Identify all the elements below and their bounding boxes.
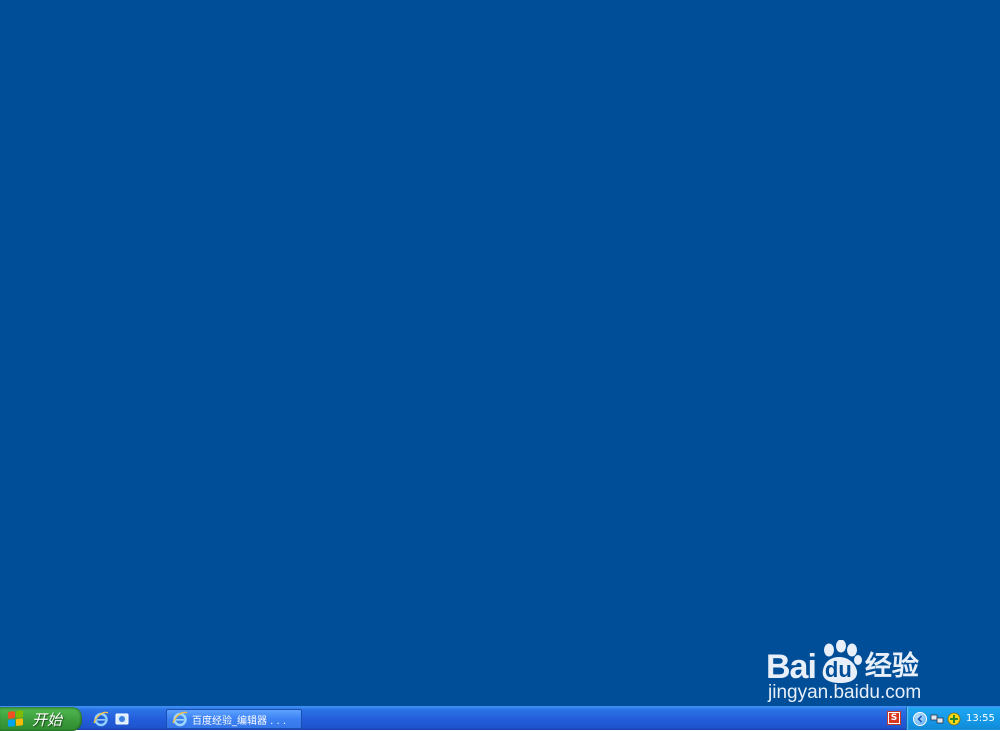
clock[interactable]: 13:55 [966,713,995,724]
watermark-logo-row: Bai du 经验 [766,639,919,686]
show-hidden-icons-chevron-icon[interactable] [913,711,927,726]
internet-explorer-icon[interactable] [92,710,109,727]
watermark-url: jingyan.baidu.com [768,682,922,703]
watermark-brand-cn: 经验 [864,651,919,682]
security-shield-icon[interactable] [947,712,961,726]
paw-icon: du [817,639,863,684]
internet-explorer-icon [172,711,188,727]
start-label: 开始 [32,710,63,729]
task-button-baidu-editor[interactable]: 百度经验_编辑器 . . . [166,709,302,729]
show-desktop-icon[interactable] [113,710,130,727]
watermark-brand-bai: Bai [766,648,817,686]
watermark-brand-du: du [824,657,852,682]
desktop[interactable]: Bai du 经验 jingyan.baidu.com [0,0,1000,706]
task-button-label: 百度经验_编辑器 . . . [192,715,287,727]
network-icon[interactable] [930,712,944,726]
sogou-ime-icon[interactable]: S [887,711,901,725]
quick-launch-bar [92,710,130,728]
windows-logo-icon [8,710,24,728]
taskbar: 开始 百度经验_编辑器 . . . S 13:55 [0,706,1000,731]
start-button[interactable]: 开始 [0,707,82,731]
ime-label: S [889,713,899,723]
baidu-jingyan-watermark: Bai du 经验 jingyan.baidu.com [766,622,956,706]
system-tray: 13:55 [906,707,1000,730]
